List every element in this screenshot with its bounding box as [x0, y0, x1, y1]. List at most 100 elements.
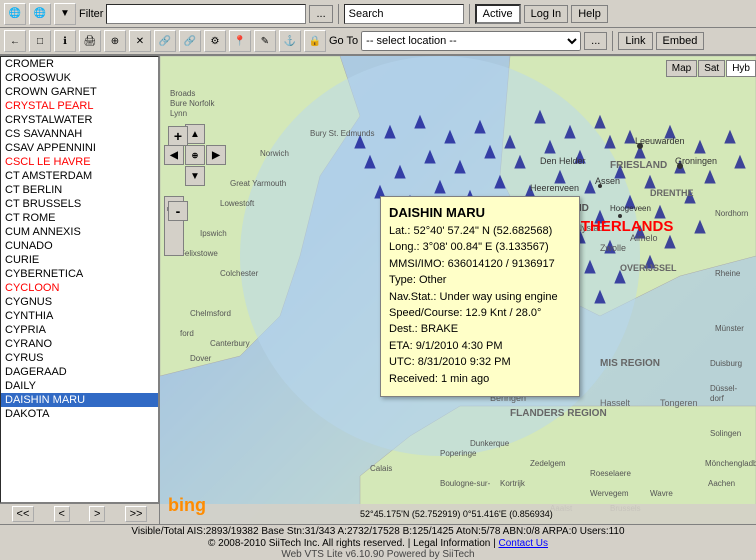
toolbar1: 🌐 🌐 ▼ Filter ... Active Log In Help	[0, 0, 756, 28]
tb2-icon-10[interactable]: 📍	[229, 30, 251, 52]
list-item[interactable]: CYBERNETICA	[1, 267, 158, 281]
icon-btn-3[interactable]: ▼	[54, 3, 76, 25]
svg-text:Heerenveen: Heerenveen	[530, 183, 579, 193]
list-item[interactable]: DAKOTA	[1, 407, 158, 421]
tb2-icon-9[interactable]: ⚙	[204, 30, 226, 52]
sat-btn[interactable]: Sat	[698, 60, 725, 77]
pan-down-btn[interactable]: ▼	[185, 166, 205, 186]
map-container[interactable]: Leeuwarden Groningen Assen Hoogeveen Den…	[160, 56, 756, 524]
tb2-icon-13[interactable]: 🔒	[304, 30, 326, 52]
pan-up-btn[interactable]: ▲	[185, 124, 205, 144]
list-item[interactable]: CRYSTALWATER	[1, 113, 158, 127]
nav-last-btn[interactable]: >>	[125, 506, 148, 522]
help-btn[interactable]: Help	[571, 5, 608, 23]
map-btn[interactable]: Map	[666, 60, 697, 77]
list-item[interactable]: CT ROME	[1, 211, 158, 225]
list-item[interactable]: CS SAVANNAH	[1, 127, 158, 141]
pan-right-btn[interactable]: ▶	[206, 145, 226, 165]
list-item[interactable]: CSAV APPENNINI	[1, 141, 158, 155]
tb2-icon-2[interactable]: □	[29, 30, 51, 52]
vessel-dest: Dest.: BRAKE	[389, 322, 571, 337]
pan-left-btn[interactable]: ◀	[164, 145, 184, 165]
list-item[interactable]: CROWN GARNET	[1, 85, 158, 99]
status-line1: Visible/Total AIS:2893/19382 Base Stn:31…	[131, 526, 624, 537]
svg-text:Assen: Assen	[595, 176, 620, 186]
list-item[interactable]: CYGNUS	[1, 295, 158, 309]
svg-text:Wavre: Wavre	[650, 489, 673, 498]
list-item[interactable]: CT AMSTERDAM	[1, 169, 158, 183]
list-item[interactable]: DAISHIN MARU	[1, 393, 158, 407]
location-select[interactable]: -- select location --	[361, 31, 581, 51]
list-item[interactable]: CT BERLIN	[1, 183, 158, 197]
embed-btn[interactable]: Embed	[656, 32, 705, 50]
goto-dots-btn[interactable]: ...	[584, 32, 607, 50]
svg-text:Solingen: Solingen	[710, 429, 741, 438]
zoom-out-btn[interactable]: -	[168, 201, 188, 221]
nav-first-btn[interactable]: <<	[12, 506, 35, 522]
vessel-navstat: Nav.Stat.: Under way using engine	[389, 290, 571, 305]
list-item[interactable]: CYRANO	[1, 337, 158, 351]
status-line2: © 2008-2010 SiiTech Inc. All rights rese…	[208, 538, 548, 549]
svg-text:Chelmsford: Chelmsford	[190, 309, 231, 318]
separator-2	[469, 4, 470, 24]
link-btn[interactable]: Link	[618, 32, 652, 50]
list-item[interactable]: CROMER	[1, 57, 158, 71]
svg-text:Dunkerque: Dunkerque	[470, 439, 510, 448]
filter-input[interactable]	[106, 4, 306, 24]
icon-btn-2[interactable]: 🌐	[29, 3, 51, 25]
tb2-icon-12[interactable]: ⚓	[279, 30, 301, 52]
list-item[interactable]: CUM ANNEXIS	[1, 225, 158, 239]
list-item[interactable]: CYPRIA	[1, 323, 158, 337]
list-item[interactable]: DAILY	[1, 379, 158, 393]
svg-text:Nordhorn: Nordhorn	[715, 209, 748, 218]
contact-link[interactable]: Contact Us	[499, 538, 548, 549]
list-item[interactable]: CYRUS	[1, 351, 158, 365]
sidebar-list[interactable]: CROMERCROOSWUKCROWN GARNETCRYSTAL PEARLC…	[0, 56, 159, 503]
vessel-received: Received: 1 min ago	[389, 372, 571, 387]
list-item[interactable]: CROOSWUK	[1, 71, 158, 85]
icon-btn-1[interactable]: 🌐	[4, 3, 26, 25]
tb2-icon-11[interactable]: ✎	[254, 30, 276, 52]
separator-1	[338, 4, 339, 24]
svg-text:Rheine: Rheine	[715, 269, 741, 278]
svg-text:Düssel-: Düssel-	[710, 384, 737, 393]
svg-text:DRENTHE: DRENTHE	[650, 188, 694, 198]
list-item[interactable]: CSCL LE HAVRE	[1, 155, 158, 169]
list-item[interactable]: CUNADO	[1, 239, 158, 253]
list-item[interactable]: CYNTHIA	[1, 309, 158, 323]
separator-3	[612, 31, 613, 51]
active-btn[interactable]: Active	[475, 4, 521, 24]
svg-text:FRIESLAND: FRIESLAND	[610, 160, 667, 171]
list-item[interactable]: CYCLOON	[1, 281, 158, 295]
svg-text:Groningen: Groningen	[675, 156, 717, 166]
vessel-mmsi: MMSI/IMO: 636014120 / 9136917	[389, 257, 571, 272]
svg-text:Leeuwarden: Leeuwarden	[635, 136, 685, 146]
nav-next-btn[interactable]: >	[89, 506, 105, 522]
tb2-icon-8[interactable]: 🔗	[179, 30, 201, 52]
svg-text:FLANDERS REGION: FLANDERS REGION	[510, 408, 607, 419]
list-item[interactable]: DAGERAAD	[1, 365, 158, 379]
svg-text:Great Yarmouth: Great Yarmouth	[230, 179, 286, 188]
tb2-icon-3[interactable]: ℹ	[54, 30, 76, 52]
login-btn[interactable]: Log In	[524, 5, 569, 23]
list-item[interactable]: CURIE	[1, 253, 158, 267]
list-item[interactable]: CRYSTAL PEARL	[1, 99, 158, 113]
filter-dots-btn[interactable]: ...	[309, 5, 332, 23]
pan-center-btn[interactable]: ⊕	[185, 145, 205, 165]
list-item[interactable]: CT BRUSSELS	[1, 197, 158, 211]
tb2-icon-1[interactable]: ←	[4, 30, 26, 52]
nav-prev-btn[interactable]: <	[54, 506, 70, 522]
tb2-icon-6[interactable]: ✕	[129, 30, 151, 52]
tb2-icon-5[interactable]: ⊕	[104, 30, 126, 52]
hyb-btn[interactable]: Hyb	[726, 60, 756, 77]
zoom-in-btn[interactable]: +	[168, 126, 188, 146]
tb2-icon-4[interactable]: 🖨	[79, 30, 101, 52]
copyright-text: © 2008-2010 SiiTech Inc. All rights rese…	[208, 538, 499, 549]
tb2-icon-7[interactable]: 🔗	[154, 30, 176, 52]
search-input[interactable]	[344, 4, 464, 24]
vessel-info-popup: DAISHIN MARU Lat.: 52°40' 57.24" N (52.6…	[380, 196, 580, 397]
vessel-eta: ETA: 9/1/2010 4:30 PM	[389, 339, 571, 354]
svg-text:Hoogeveen: Hoogeveen	[610, 204, 651, 213]
svg-text:Lynn: Lynn	[170, 109, 187, 118]
svg-text:Mönchengladbach: Mönchengladbach	[705, 459, 756, 468]
